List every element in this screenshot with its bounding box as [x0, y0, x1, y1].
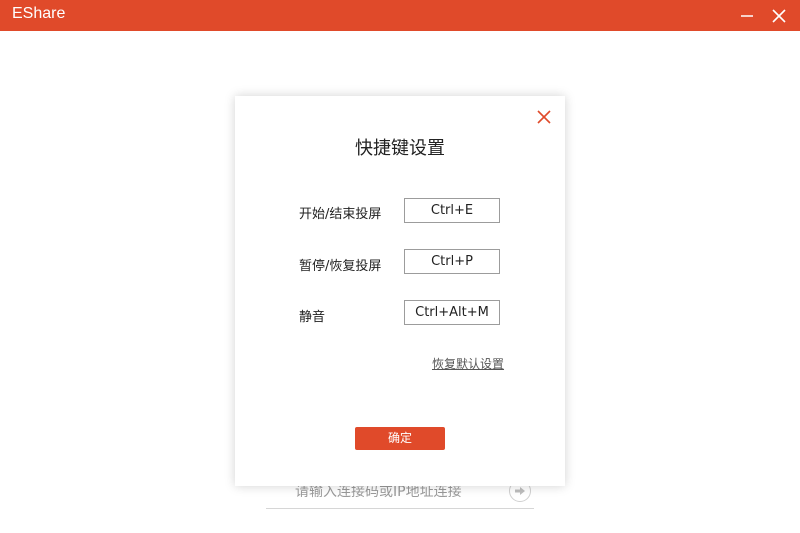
shortcut-input-start-stop[interactable]: Ctrl+E: [404, 198, 500, 223]
dialog-title: 快捷键设置: [355, 138, 445, 159]
close-icon: [537, 110, 551, 124]
shortcut-label-pause-resume: 暂停/恢复投屏: [299, 259, 382, 274]
minimize-button[interactable]: [730, 0, 764, 31]
title-bar: EShare: [0, 0, 800, 31]
window-close-button[interactable]: [762, 0, 796, 31]
shortcut-label-mute: 静音: [299, 310, 326, 325]
close-icon: [772, 8, 786, 23]
arrow-right-icon: [515, 487, 525, 495]
dialog-close-button[interactable]: [535, 108, 553, 126]
shortcut-label-start-stop: 开始/结束投屏: [299, 207, 382, 222]
app-title: EShare: [12, 5, 66, 22]
shortcut-settings-dialog: 快捷键设置 开始/结束投屏 Ctrl+E 暂停/恢复投屏 Ctrl+P 静音 C…: [235, 96, 565, 486]
reset-defaults-link[interactable]: 恢复默认设置: [432, 355, 504, 372]
minimize-icon: [741, 14, 753, 17]
shortcut-input-pause-resume[interactable]: Ctrl+P: [404, 249, 500, 274]
shortcut-input-mute[interactable]: Ctrl+Alt+M: [404, 300, 500, 325]
ok-button[interactable]: 确定: [355, 427, 445, 450]
